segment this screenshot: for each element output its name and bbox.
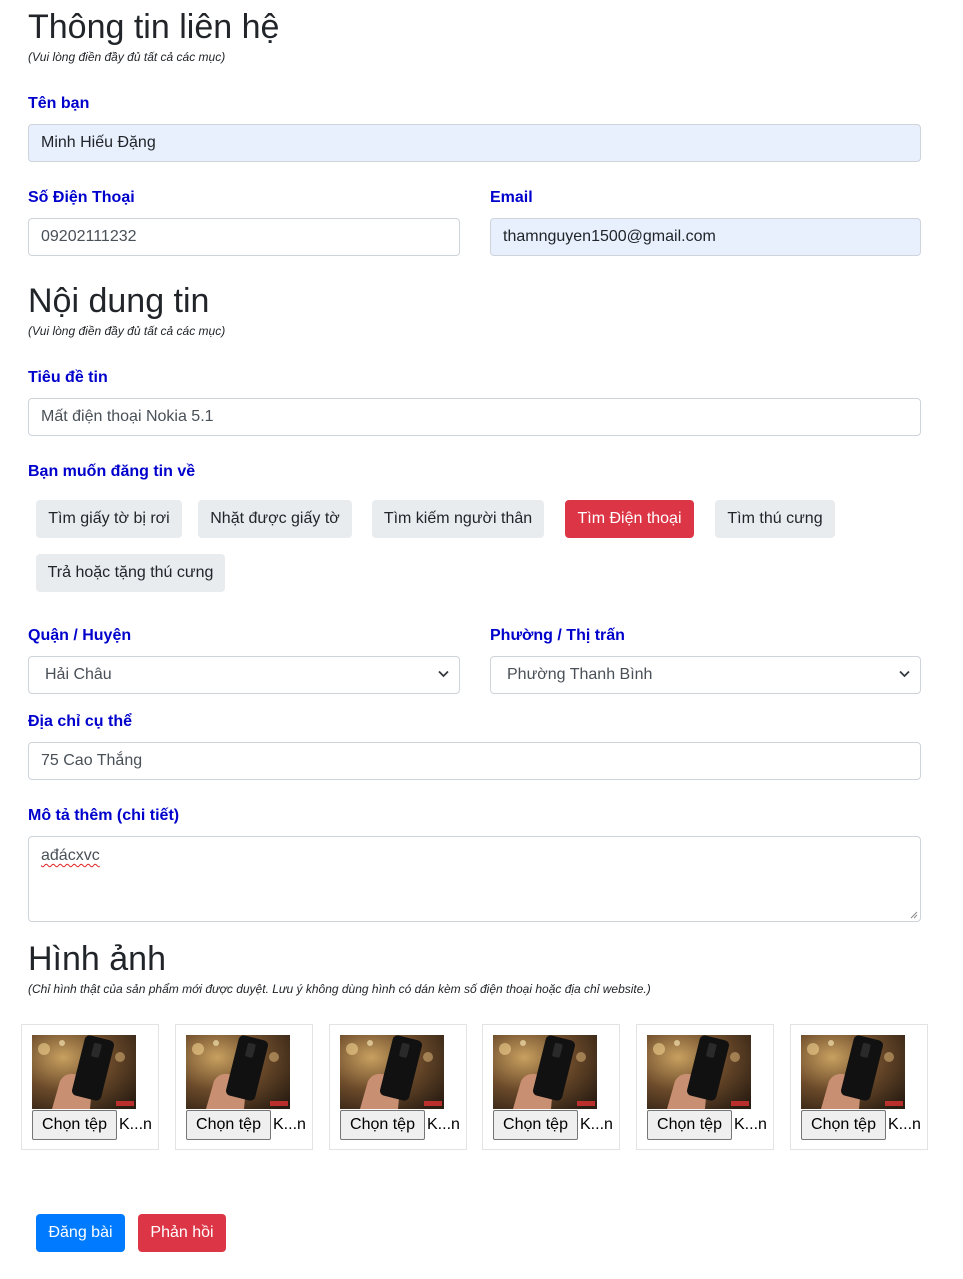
choose-file-button[interactable]: Chọn tệp	[32, 1110, 117, 1140]
contact-section-note: (Vui lòng điền đầy đủ tất cả các mục)	[28, 50, 226, 64]
selected-file-name: K...n	[734, 1116, 767, 1133]
name-input-value: Minh Hiếu Đặng	[41, 134, 156, 151]
phone-photo-thumbnail	[493, 1035, 597, 1109]
feedback-button[interactable]: Phản hồi	[138, 1214, 226, 1252]
choose-file-button[interactable]: Chọn tệp	[340, 1110, 425, 1140]
phone-photo-thumbnail	[801, 1035, 905, 1109]
description-textarea[interactable]: ađácxvc	[28, 836, 921, 922]
chevron-down-icon	[438, 670, 449, 678]
email-label: Email	[490, 189, 533, 206]
choose-file-button[interactable]: Chọn tệp	[801, 1110, 886, 1140]
category-chip-lost-documents[interactable]: Tìm giấy tờ bị rơi	[36, 500, 182, 538]
choose-file-button[interactable]: Chọn tệp	[493, 1110, 578, 1140]
district-select[interactable]: Hải Châu	[28, 656, 460, 694]
content-section-note: (Vui lòng điền đầy đủ tất cả các mục)	[28, 324, 226, 338]
phone-photo-thumbnail	[186, 1035, 290, 1109]
choose-file-button[interactable]: Chọn tệp	[647, 1110, 732, 1140]
image-upload-slot-2: Chọn tệp K...n	[175, 1024, 313, 1150]
name-input[interactable]: Minh Hiếu Đặng	[28, 124, 921, 162]
address-label: Địa chỉ cụ thể	[28, 713, 133, 730]
images-section-title: Hình ảnh	[28, 940, 166, 978]
choose-file-button[interactable]: Chọn tệp	[186, 1110, 271, 1140]
submit-post-button[interactable]: Đăng bài	[36, 1214, 125, 1252]
name-label: Tên bạn	[28, 95, 90, 112]
ward-label: Phường / Thị trấn	[490, 627, 625, 644]
selected-file-name: K...n	[580, 1116, 613, 1133]
ward-select[interactable]: Phường Thanh Bình	[490, 656, 921, 694]
selected-file-name: K...n	[273, 1116, 306, 1133]
category-chip-find-phone[interactable]: Tìm Điện thoại	[565, 500, 694, 538]
image-upload-slot-3: Chọn tệp K...n	[329, 1024, 467, 1150]
resize-handle-icon[interactable]	[909, 910, 918, 919]
ward-select-value: Phường Thanh Bình	[507, 666, 653, 683]
description-label: Mô tả thêm (chi tiết)	[28, 807, 180, 824]
phone-photo-thumbnail	[32, 1035, 136, 1109]
image-upload-slot-5: Chọn tệp K...n	[636, 1024, 774, 1150]
phone-input-value: 09202111232	[41, 228, 137, 245]
image-upload-slot-1: Chọn tệp K...n	[21, 1024, 159, 1150]
post-title-input[interactable]: Mất điện thoại Nokia 5.1	[28, 398, 921, 436]
image-upload-slot-4: Chọn tệp K...n	[482, 1024, 620, 1150]
category-chip-find-relatives[interactable]: Tìm kiếm người thân	[372, 500, 544, 538]
content-section-title: Nội dung tin	[28, 282, 210, 320]
address-input[interactable]: 75 Cao Thắng	[28, 742, 921, 780]
selected-file-name: K...n	[119, 1116, 152, 1133]
selected-file-name: K...n	[888, 1116, 921, 1133]
phone-photo-thumbnail	[647, 1035, 751, 1109]
selected-file-name: K...n	[427, 1116, 460, 1133]
post-title-input-value: Mất điện thoại Nokia 5.1	[41, 408, 214, 425]
chevron-down-icon	[899, 670, 910, 678]
category-chip-return-pet[interactable]: Trả hoặc tặng thú cưng	[36, 554, 225, 592]
description-textarea-value: ađácxvc	[41, 847, 100, 864]
contact-section-title: Thông tin liên hệ	[28, 8, 280, 46]
phone-label: Số Điện Thoại	[28, 189, 135, 206]
post-title-label: Tiêu đề tin	[28, 369, 108, 386]
category-label: Bạn muốn đăng tin về	[28, 463, 196, 480]
phone-input[interactable]: 09202111232	[28, 218, 460, 256]
district-label: Quận / Huyện	[28, 627, 132, 644]
phone-photo-thumbnail	[340, 1035, 444, 1109]
email-input-value: thamnguyen1500@gmail.com	[503, 228, 716, 245]
address-input-value: 75 Cao Thắng	[41, 752, 143, 769]
images-section-note: (Chỉ hình thật của sản phẩm mới được duy…	[28, 982, 651, 996]
category-chip-find-pet[interactable]: Tìm thú cưng	[715, 500, 835, 538]
image-upload-slot-6: Chọn tệp K...n	[790, 1024, 928, 1150]
email-input[interactable]: thamnguyen1500@gmail.com	[490, 218, 921, 256]
district-select-value: Hải Châu	[45, 666, 112, 683]
category-chip-found-documents[interactable]: Nhặt được giấy tờ	[198, 500, 352, 538]
